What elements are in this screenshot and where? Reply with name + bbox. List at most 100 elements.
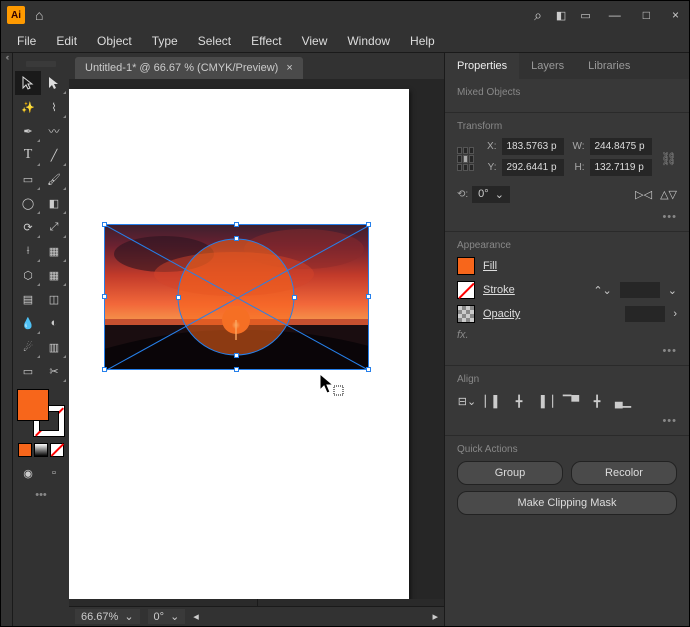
fill-swatch[interactable] (17, 389, 49, 421)
magic-wand-tool[interactable]: ✨ (15, 95, 41, 119)
slice-tool[interactable]: ✂ (41, 359, 67, 383)
paintbrush-tool[interactable]: 🖌 (41, 167, 67, 191)
fill-stroke-swatches[interactable] (17, 389, 65, 437)
h-input[interactable] (590, 159, 652, 176)
handle-mr[interactable] (366, 294, 371, 299)
align-to-dropdown[interactable]: ⊟⌄ (457, 391, 477, 411)
handle-ml[interactable] (102, 294, 107, 299)
stroke-dd-icon[interactable]: ⌄ (668, 284, 677, 297)
artboard[interactable] (69, 89, 409, 606)
menu-edit[interactable]: Edit (48, 31, 85, 51)
fill-swatch-panel[interactable] (457, 257, 475, 275)
gradient-mode-icon[interactable] (34, 443, 48, 457)
stroke-swatch-panel[interactable] (457, 281, 475, 299)
rotate-tool[interactable]: ⟳ (15, 215, 41, 239)
tab-libraries[interactable]: Libraries (576, 53, 642, 79)
menu-help[interactable]: Help (402, 31, 443, 51)
color-mode-icon[interactable] (18, 443, 32, 457)
recolor-button[interactable]: Recolor (571, 461, 677, 485)
align-top-icon[interactable]: ▔▀ (561, 391, 581, 411)
line-tool[interactable]: ╱ (41, 143, 67, 167)
align-right-icon[interactable]: ▐▕ (535, 391, 555, 411)
opacity-swatch[interactable] (457, 305, 475, 323)
panel-grip[interactable] (26, 61, 56, 67)
reference-point[interactable] (457, 147, 474, 171)
symbol-sprayer-tool[interactable]: ☄ (15, 335, 41, 359)
more-tools-icon[interactable]: ••• (35, 489, 47, 501)
shaper-tool[interactable]: ◯ (15, 191, 41, 215)
handle-tr[interactable] (366, 222, 371, 227)
w-input[interactable] (590, 138, 652, 155)
screen-mode-icon[interactable]: ▫ (41, 461, 67, 485)
menu-view[interactable]: View (294, 31, 336, 51)
opacity-label[interactable]: Opacity (483, 308, 520, 320)
direct-selection-tool[interactable] (41, 71, 67, 95)
scale-tool[interactable]: ⤢ (41, 215, 67, 239)
menu-type[interactable]: Type (144, 31, 186, 51)
selection-tool[interactable] (15, 71, 41, 95)
stroke-label[interactable]: Stroke (483, 284, 515, 296)
lasso-tool[interactable]: ⌇ (41, 95, 67, 119)
flip-horizontal-icon[interactable]: ▷◁ (635, 188, 652, 201)
handle-circle-l[interactable] (176, 295, 181, 300)
handle-circle-t[interactable] (234, 236, 239, 241)
group-button[interactable]: Group (457, 461, 563, 485)
opacity-input[interactable] (625, 306, 665, 322)
align-hcenter-icon[interactable]: ╋ (509, 391, 529, 411)
handle-circle-b[interactable] (234, 353, 239, 358)
align-vcenter-icon[interactable]: ╋ (587, 391, 607, 411)
eraser-tool[interactable]: ◧ (41, 191, 67, 215)
rectangle-tool[interactable]: ▭ (15, 167, 41, 191)
selection-box[interactable] (104, 224, 369, 370)
align-more-icon[interactable]: ••• (457, 411, 677, 427)
fx-label[interactable]: fx. (457, 329, 677, 341)
handle-tm[interactable] (234, 222, 239, 227)
perspective-grid-tool[interactable]: ▦ (41, 263, 67, 287)
stroke-profile-dropdown[interactable] (620, 282, 660, 298)
transform-more-icon[interactable]: ••• (457, 207, 677, 223)
zoom-dropdown[interactable]: 66.67%⌄ (75, 609, 140, 624)
tab-layers[interactable]: Layers (519, 53, 576, 79)
free-transform-tool[interactable]: ▦ (41, 239, 67, 263)
handle-circle-r[interactable] (292, 295, 297, 300)
x-input[interactable] (502, 138, 564, 155)
tab-properties[interactable]: Properties (445, 53, 519, 79)
handle-bl[interactable] (102, 367, 107, 372)
link-wh-icon[interactable]: ⛓ (660, 151, 677, 167)
home-icon[interactable]: ⌂ (35, 7, 43, 23)
fill-label[interactable]: Fill (483, 260, 497, 272)
search-icon[interactable]: ⌕ (534, 7, 542, 24)
arrange-icon[interactable]: ◧ (556, 9, 566, 22)
horizontal-scrollbar[interactable] (69, 599, 444, 606)
maximize-button[interactable]: □ (639, 8, 654, 22)
close-tab-icon[interactable]: × (286, 62, 292, 74)
width-tool[interactable]: ⟊ (15, 239, 41, 263)
canvas[interactable] (69, 79, 444, 606)
document-tab[interactable]: Untitled-1* @ 66.67 % (CMYK/Preview) × (75, 57, 303, 79)
eyedropper-tool[interactable]: 💧 (15, 311, 41, 335)
column-graph-tool[interactable]: ▥ (41, 335, 67, 359)
handle-bm[interactable] (234, 367, 239, 372)
workspace-icon[interactable]: ▭ (580, 9, 590, 22)
rotation-input[interactable]: 0°⌄ (472, 186, 510, 203)
menu-object[interactable]: Object (89, 31, 140, 51)
clipping-mask-button[interactable]: Make Clipping Mask (457, 491, 677, 515)
handle-br[interactable] (366, 367, 371, 372)
stroke-weight-stepper[interactable]: ⌃⌄ (593, 284, 611, 297)
menu-select[interactable]: Select (190, 31, 239, 51)
flip-vertical-icon[interactable]: △▽ (660, 188, 677, 201)
close-button[interactable]: × (668, 8, 683, 22)
align-left-icon[interactable]: ▏▌ (483, 391, 503, 411)
align-bottom-icon[interactable]: ▄▁ (613, 391, 633, 411)
curvature-tool[interactable]: 〰 (41, 119, 67, 143)
menu-file[interactable]: File (9, 31, 44, 51)
menu-window[interactable]: Window (339, 31, 398, 51)
handle-tl[interactable] (102, 222, 107, 227)
pen-tool[interactable]: ✒ (15, 119, 41, 143)
opacity-expand-icon[interactable]: › (673, 308, 677, 320)
type-tool[interactable]: T (15, 143, 41, 167)
nav-right-icon[interactable]: ▸ (432, 610, 438, 623)
minimize-button[interactable]: — (605, 8, 625, 22)
draw-mode-icon[interactable]: ◉ (15, 461, 41, 485)
menu-effect[interactable]: Effect (243, 31, 289, 51)
